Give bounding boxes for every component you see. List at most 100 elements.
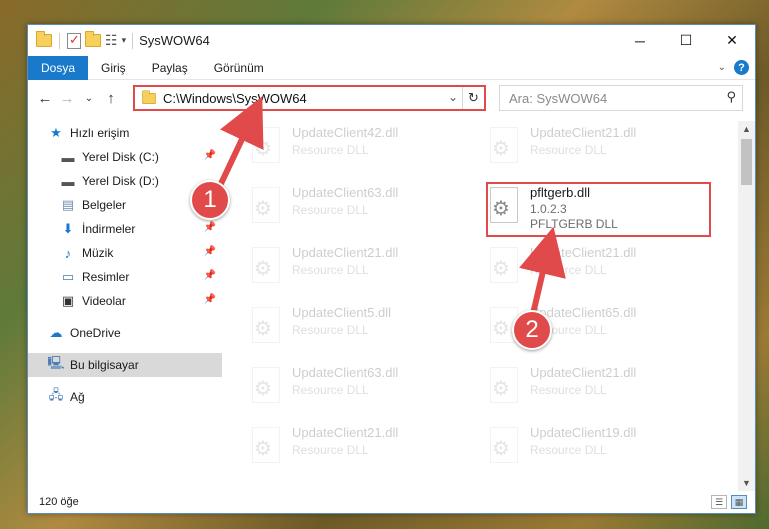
- expand-ribbon-icon[interactable]: ⌄: [718, 62, 726, 73]
- tab-share[interactable]: Paylaş: [139, 56, 201, 80]
- sidebar-item-label: Videolar: [82, 294, 126, 308]
- sidebar-item-onedrive[interactable]: ☁ OneDrive: [28, 321, 222, 345]
- new-folder-icon[interactable]: [85, 31, 101, 47]
- file-type: Resource DLL: [292, 383, 369, 397]
- download-icon: ⬇: [62, 221, 74, 236]
- step-badge-2: 2: [512, 310, 552, 350]
- file-item[interactable]: ⚙ UpdateClient63.dll Resource DLL: [240, 183, 460, 235]
- videos-icon: ▣: [61, 293, 75, 308]
- file-item[interactable]: ⚙ UpdateClient21.dll Resource DLL: [478, 243, 698, 295]
- title-bar: ☷ ▾ SysWOW64 ─ ☐ ✕: [28, 25, 755, 56]
- music-icon: ♪: [64, 245, 72, 261]
- sidebar-item-quick-access[interactable]: ★ Hızlı erişim: [28, 121, 222, 145]
- minimize-button[interactable]: ─: [617, 25, 663, 56]
- sidebar-item-downloads[interactable]: ⬇ İndirmeler 📌: [28, 217, 222, 241]
- sidebar-item-this-pc[interactable]: 🖳 Bu bilgisayar: [28, 353, 222, 377]
- file-item[interactable]: ⚙ UpdateClient65.dll Resource DLL: [478, 303, 698, 355]
- tiles-view-icon[interactable]: ▦: [731, 495, 747, 509]
- file-name: UpdateClient21.dll: [292, 425, 399, 440]
- dll-file-icon: ⚙: [486, 427, 522, 469]
- quick-access-toolbar: ☷ ▾: [36, 31, 127, 49]
- file-item[interactable]: ⚙ UpdateClient21.dll Resource DLL: [240, 243, 460, 295]
- scrollbar-thumb[interactable]: [741, 139, 752, 185]
- customize-toolbar-icon[interactable]: ▾: [122, 35, 127, 46]
- file-name: UpdateClient5.dll: [292, 305, 392, 320]
- file-name: UpdateClient63.dll: [292, 365, 399, 380]
- properties-icon[interactable]: [67, 32, 81, 49]
- explorer-window: ☷ ▾ SysWOW64 ─ ☐ ✕ Dosya Giriş Paylaş Gö…: [27, 24, 756, 514]
- tab-file[interactable]: Dosya: [28, 55, 89, 80]
- up-icon[interactable]: ↑: [100, 90, 122, 107]
- file-item[interactable]: ⚙ UpdateClient21.dll Resource DLL: [478, 123, 698, 175]
- file-type: Resource DLL: [292, 263, 369, 277]
- highlight-box: [486, 182, 711, 237]
- file-type: Resource DLL: [292, 203, 369, 217]
- address-bar[interactable]: C:\Windows\SysWOW64 ⌄ ↻: [133, 85, 486, 111]
- window-controls: ─ ☐ ✕: [617, 25, 755, 56]
- toolbar-divider: [59, 32, 60, 49]
- pin-icon[interactable]: 📌: [204, 294, 216, 305]
- sidebar-item-label: Yerel Disk (D:): [82, 174, 159, 188]
- dll-file-icon: ⚙: [248, 367, 284, 409]
- title-divider: [132, 32, 134, 49]
- file-name: UpdateClient19.dll: [530, 425, 637, 440]
- sidebar-item-label: OneDrive: [70, 326, 121, 340]
- close-button[interactable]: ✕: [709, 25, 755, 56]
- file-name: UpdateClient42.dll: [292, 125, 399, 140]
- sidebar-item-label: Bu bilgisayar: [70, 358, 139, 372]
- network-icon: 🖧: [48, 387, 64, 402]
- sidebar-item-pictures[interactable]: ▭ Resimler 📌: [28, 265, 222, 289]
- vertical-scrollbar[interactable]: ▲ ▼: [738, 121, 755, 491]
- file-item[interactable]: ⚙ UpdateClient5.dll Resource DLL: [240, 303, 460, 355]
- tab-view[interactable]: Görünüm: [201, 56, 277, 80]
- forward-icon[interactable]: →: [56, 90, 78, 107]
- file-item[interactable]: ⚙ UpdateClient63.dll Resource DLL: [240, 363, 460, 415]
- pin-icon[interactable]: 📌: [204, 150, 216, 161]
- sidebar-item-label: Yerel Disk (C:): [82, 150, 159, 164]
- address-dropdown-icon[interactable]: ⌄: [448, 90, 458, 104]
- scroll-down-icon[interactable]: ▼: [738, 475, 755, 491]
- dll-file-icon: ⚙: [248, 187, 284, 229]
- file-type: Resource DLL: [530, 383, 607, 397]
- file-item[interactable]: ⚙ UpdateClient19.dll Resource DLL: [478, 423, 698, 475]
- recent-locations-icon[interactable]: ⌄: [78, 93, 100, 104]
- sidebar-item-videos[interactable]: ▣ Videolar 📌: [28, 289, 222, 313]
- file-item[interactable]: ⚙ UpdateClient42.dll Resource DLL: [240, 123, 460, 175]
- ribbon-tabs: Dosya Giriş Paylaş Görünüm ⌄ ?: [28, 55, 755, 80]
- pin-icon[interactable]: 📌: [204, 270, 216, 281]
- dll-file-icon: ⚙: [248, 427, 284, 469]
- pin-icon[interactable]: 📌: [204, 222, 216, 233]
- file-name: UpdateClient63.dll: [292, 185, 399, 200]
- step-badge-1: 1: [190, 180, 230, 220]
- address-path[interactable]: C:\Windows\SysWOW64: [163, 91, 307, 106]
- file-item[interactable]: ⚙ UpdateClient21.dll Resource DLL: [478, 363, 698, 415]
- maximize-button[interactable]: ☐: [663, 25, 709, 56]
- sidebar-item-music[interactable]: ♪ Müzik 📌: [28, 241, 222, 265]
- refresh-icon[interactable]: ↻: [462, 87, 484, 109]
- file-item[interactable]: ⚙ UpdateClient21.dll Resource DLL: [240, 423, 460, 475]
- file-list: ⚙ UpdateClient42.dll Resource DLL ⚙ Updat…: [222, 121, 739, 491]
- file-type: Resource DLL: [292, 443, 369, 457]
- help-icon[interactable]: ?: [734, 60, 749, 75]
- sidebar-item-local-disk-c[interactable]: ▬ Yerel Disk (C:) 📌: [28, 145, 222, 169]
- status-bar: 120 öğe ☰ ▦: [28, 491, 755, 513]
- navigation-pane: ★ Hızlı erişim ▬ Yerel Disk (C:) 📌 ▬ Yer…: [28, 121, 222, 481]
- scroll-up-icon[interactable]: ▲: [738, 121, 755, 137]
- search-input[interactable]: Ara: SysWOW64 ⚲: [499, 85, 743, 111]
- computer-icon: 🖳: [47, 355, 65, 370]
- search-icon[interactable]: ⚲: [726, 89, 736, 105]
- drive-icon: ▬: [61, 173, 75, 189]
- item-count: 120 öğe: [39, 496, 79, 508]
- back-icon[interactable]: ←: [34, 90, 56, 107]
- details-view-icon[interactable]: ☰: [711, 495, 727, 509]
- sidebar-item-label: Müzik: [82, 246, 114, 260]
- sidebar-item-network[interactable]: 🖧 Ağ: [28, 385, 222, 409]
- view-options-icon[interactable]: ☷: [105, 32, 118, 49]
- sidebar-item-label: Ağ: [70, 390, 85, 404]
- sidebar-item-label: Belgeler: [82, 198, 127, 212]
- tab-home[interactable]: Giriş: [88, 56, 139, 80]
- pin-icon[interactable]: 📌: [204, 246, 216, 257]
- dll-file-icon: ⚙: [248, 247, 284, 289]
- file-name: UpdateClient21.dll: [292, 245, 399, 260]
- folder-icon[interactable]: [36, 31, 52, 47]
